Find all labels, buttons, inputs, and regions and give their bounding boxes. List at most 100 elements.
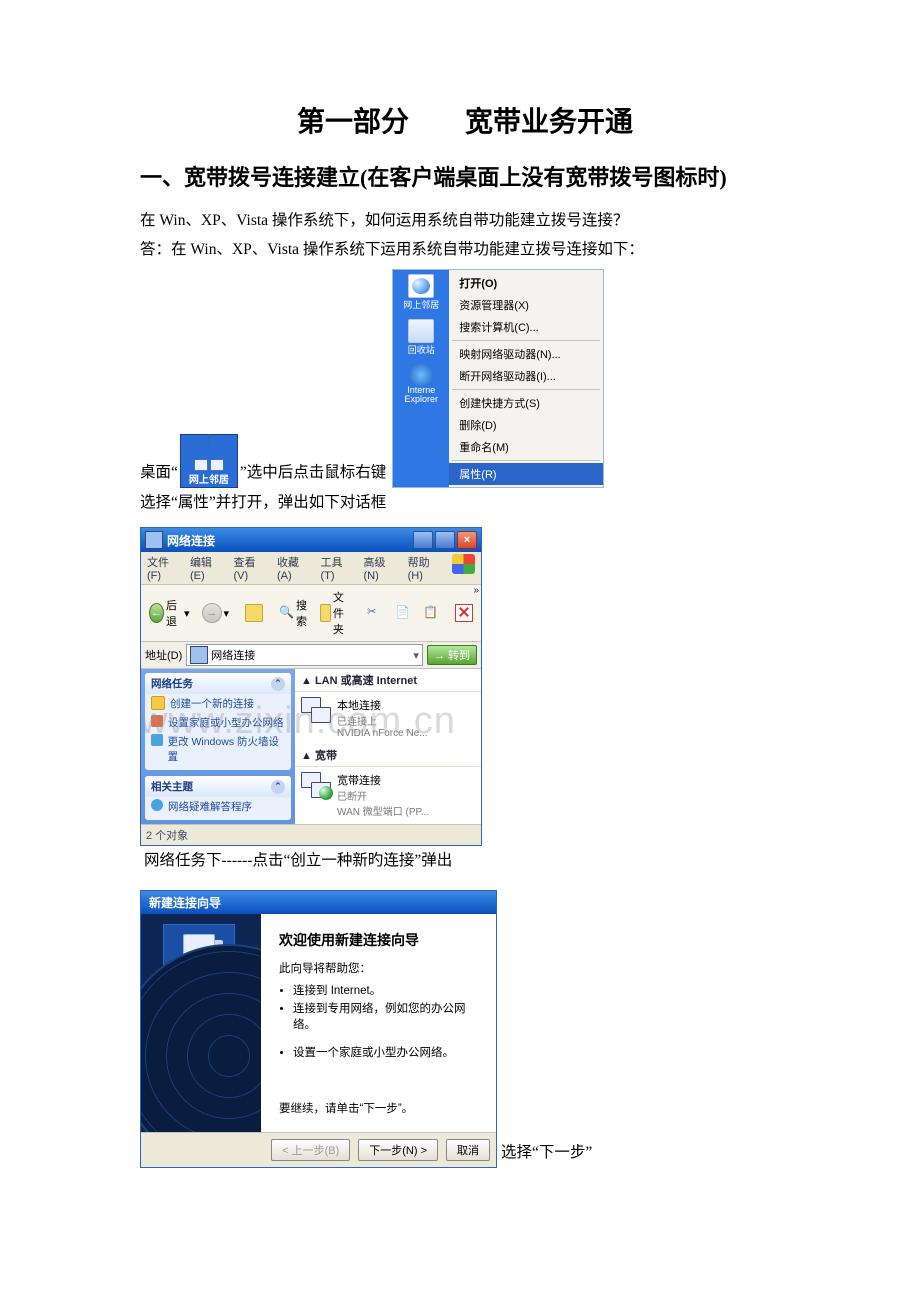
monitors-icon bbox=[194, 459, 224, 471]
wizard-bullet: 连接到专用网络，例如您的办公网络。 bbox=[293, 1000, 478, 1032]
icon-label: 回收站 bbox=[408, 343, 435, 356]
desktop-icon-recycle[interactable]: 回收站 bbox=[408, 319, 435, 356]
collapse-button[interactable]: ⌃ bbox=[271, 677, 285, 691]
menu-item-explorer[interactable]: 资源管理器(X) bbox=[449, 294, 603, 316]
firewall-icon bbox=[151, 734, 163, 746]
search-button[interactable]: 搜索 bbox=[275, 596, 312, 630]
menu-separator bbox=[452, 340, 600, 341]
go-button[interactable]: → 转到 bbox=[427, 645, 477, 665]
menu-view[interactable]: 查看(V) bbox=[233, 554, 269, 582]
network-tasks-panel: 网络任务 ⌃ 创建一个新的连接 设置家庭或小型办公网络 更改 Windows 防… bbox=[145, 673, 291, 770]
panel-title: 网络任务 bbox=[151, 676, 193, 691]
delete-button[interactable] bbox=[451, 603, 477, 623]
ie-icon bbox=[409, 364, 433, 386]
wizard-cancel-button[interactable]: 取消 bbox=[446, 1139, 490, 1161]
wizard-intro: 此向导将帮助您： bbox=[279, 960, 478, 976]
desktop-icon-ie[interactable]: Interne Explorer bbox=[393, 364, 449, 404]
menu-item-search[interactable]: 搜索计算机(C)... bbox=[449, 316, 603, 338]
menu-favorites[interactable]: 收藏(A) bbox=[277, 554, 313, 582]
network-icon bbox=[408, 274, 434, 298]
menu-item-rename[interactable]: 重命名(M) bbox=[449, 436, 603, 458]
menu-advanced[interactable]: 高级(N) bbox=[363, 554, 399, 582]
side-pane: 网络任务 ⌃ 创建一个新的连接 设置家庭或小型办公网络 更改 Windows 防… bbox=[141, 669, 295, 824]
toolbar: ←后退 ▾ → ▾ 搜索 文件夹 » bbox=[141, 585, 481, 642]
menu-item-map-drive[interactable]: 映射网络驱动器(N)... bbox=[449, 343, 603, 365]
window-icon bbox=[145, 531, 163, 549]
connection-broadband[interactable]: 宽带连接 已断开 WAN 微型端口 (PP... bbox=[295, 767, 481, 823]
wizard-globe-art bbox=[141, 944, 261, 1132]
collapse-button[interactable]: ⌃ bbox=[271, 780, 285, 794]
related-panel: 相关主题 ⌃ 网络疑难解答程序 bbox=[145, 776, 291, 820]
icon-label: Interne Explorer bbox=[393, 386, 449, 404]
menu-item-open[interactable]: 打开(O) bbox=[449, 272, 603, 294]
menu-edit[interactable]: 编辑(E) bbox=[190, 554, 226, 582]
windows-flag-icon bbox=[452, 554, 475, 574]
desktop-icon-network[interactable]: 网上邻居 bbox=[403, 274, 439, 311]
forward-button[interactable]: → ▾ bbox=[198, 602, 234, 624]
toolbar-overflow[interactable]: » bbox=[473, 585, 479, 596]
copy-button[interactable] bbox=[391, 604, 415, 622]
up-button[interactable] bbox=[241, 603, 267, 623]
wizard-title[interactable]: 新建连接向导 bbox=[141, 891, 496, 914]
body-text: 选择“下一步” bbox=[501, 1138, 592, 1167]
menu-item-disconnect-drive[interactable]: 断开网络驱动器(I)... bbox=[449, 365, 603, 387]
globe-icon bbox=[208, 434, 210, 447]
address-input[interactable]: 网络连接 ▾ bbox=[186, 644, 423, 666]
new-connection-icon bbox=[151, 696, 165, 710]
back-button[interactable]: ←后退 ▾ bbox=[145, 596, 194, 630]
panel-title: 相关主题 bbox=[151, 779, 193, 794]
help-icon bbox=[151, 799, 163, 811]
wizard-buttons: < 上一步(B) 下一步(N) > 取消 bbox=[141, 1132, 496, 1167]
menu-item-shortcut[interactable]: 创建快捷方式(S) bbox=[449, 392, 603, 414]
folders-icon bbox=[320, 604, 331, 622]
body-text: 网络任务下------点击“创立一种新旳连接”弹出 bbox=[144, 846, 452, 875]
cut-button[interactable] bbox=[363, 604, 387, 622]
menu-help[interactable]: 帮助(H) bbox=[408, 554, 444, 582]
connection-status: 已连接上 bbox=[337, 713, 428, 728]
menu-separator bbox=[452, 460, 600, 461]
connection-name: 宽带连接 bbox=[337, 772, 429, 788]
desktop-icon-network-neighborhood[interactable]: 网上邻居 bbox=[180, 434, 238, 488]
window-title: 网络连接 bbox=[167, 532, 411, 549]
menu-item-properties[interactable]: 属性(R) bbox=[449, 463, 603, 485]
desktop-icon-label: 网上邻居 bbox=[181, 471, 237, 486]
connection-name: 本地连接 bbox=[337, 697, 428, 713]
wizard-bullet: 设置一个家庭或小型办公网络。 bbox=[293, 1044, 478, 1060]
menubar: 文件(F) 编辑(E) 查看(V) 收藏(A) 工具(T) 高级(N) 帮助(H… bbox=[141, 552, 481, 585]
group-broadband: ▲ 宽带 bbox=[295, 744, 481, 767]
wizard-continue-hint: 要继续，请单击“下一步”。 bbox=[279, 1100, 478, 1116]
menu-file[interactable]: 文件(F) bbox=[147, 554, 182, 582]
minimize-button[interactable] bbox=[413, 531, 433, 549]
icon-label: 网上邻居 bbox=[403, 298, 439, 311]
task-create-new-connection[interactable]: 创建一个新的连接 bbox=[145, 694, 291, 713]
lan-icon bbox=[301, 697, 331, 723]
folders-button[interactable]: 文件夹 bbox=[316, 588, 355, 638]
wizard-sidebar bbox=[141, 914, 261, 1132]
address-value: 网络连接 bbox=[211, 647, 255, 663]
paste-icon bbox=[423, 605, 439, 621]
context-menu: 打开(O) 资源管理器(X) 搜索计算机(C)... 映射网络驱动器(N)...… bbox=[449, 270, 603, 487]
document-page: 第一部分 宽带业务开通 一、宽带拨号连接建立(在客户端桌面上没有宽带拨号图标时)… bbox=[0, 0, 920, 1302]
menu-tools[interactable]: 工具(T) bbox=[321, 554, 356, 582]
maximize-button[interactable] bbox=[435, 531, 455, 549]
folder-up-icon bbox=[245, 604, 263, 622]
part-title: 第一部分 宽带业务开通 bbox=[140, 100, 790, 140]
connection-lan[interactable]: 本地连接 已连接上 NVIDIA nForce Ne... bbox=[295, 692, 481, 744]
menu-item-delete[interactable]: 删除(D) bbox=[449, 414, 603, 436]
address-label: 地址(D) bbox=[145, 647, 182, 663]
desktop-strip: 网上邻居 回收站 Interne Explorer bbox=[393, 270, 449, 487]
statusbar: 2 个对象 bbox=[141, 824, 481, 845]
wizard-next-button[interactable]: 下一步(N) > bbox=[358, 1139, 438, 1161]
location-icon bbox=[190, 646, 208, 664]
wizard-heading: 欢迎使用新建连接向导 bbox=[279, 930, 478, 950]
wizard-content: 欢迎使用新建连接向导 此向导将帮助您： 连接到 Internet。 连接到专用网… bbox=[261, 914, 496, 1132]
close-button[interactable]: × bbox=[457, 531, 477, 549]
task-firewall[interactable]: 更改 Windows 防火墙设置 bbox=[145, 732, 291, 766]
menu-separator bbox=[452, 389, 600, 390]
titlebar[interactable]: 网络连接 × bbox=[141, 528, 481, 552]
related-troubleshoot[interactable]: 网络疑难解答程序 bbox=[145, 797, 291, 816]
address-bar: 地址(D) 网络连接 ▾ → 转到 bbox=[141, 642, 481, 669]
wizard-back-button: < 上一步(B) bbox=[271, 1139, 350, 1161]
paste-button[interactable] bbox=[419, 604, 443, 622]
task-home-network[interactable]: 设置家庭或小型办公网络 bbox=[145, 713, 291, 732]
